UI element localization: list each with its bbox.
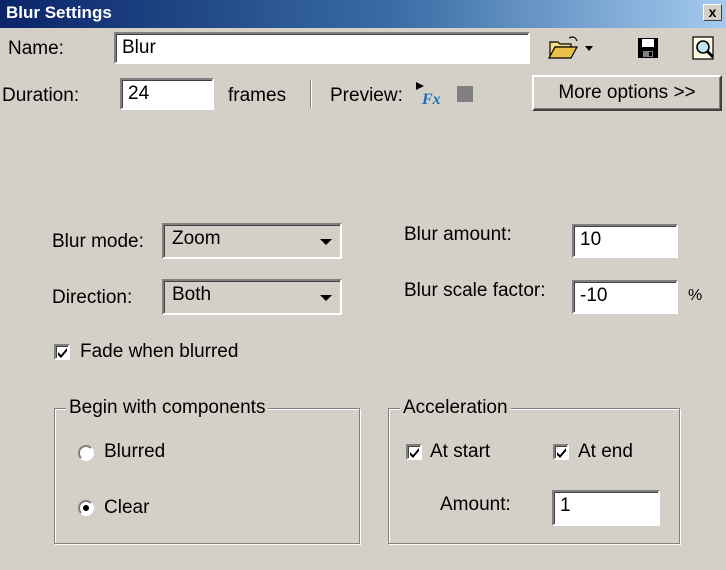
toolbar-separator bbox=[310, 80, 312, 108]
direction-value: Both bbox=[172, 284, 212, 305]
begin-with-components-group bbox=[54, 408, 360, 544]
blur-scale-label: Blur scale factor: bbox=[404, 280, 546, 301]
radio-clear[interactable] bbox=[78, 500, 94, 516]
name-input[interactable]: Blur bbox=[114, 32, 530, 64]
chevron-down-icon bbox=[320, 295, 332, 301]
at-start-label: At start bbox=[430, 441, 491, 462]
fade-checkbox[interactable] bbox=[54, 344, 70, 360]
more-options-button[interactable]: More options >> bbox=[532, 75, 722, 111]
acceleration-title: Acceleration bbox=[400, 397, 511, 419]
blur-mode-label: Blur mode: bbox=[52, 231, 144, 252]
close-button[interactable]: x bbox=[703, 4, 722, 21]
duration-input[interactable]: 24 bbox=[120, 78, 214, 110]
radio-blurred-label: Blurred bbox=[104, 441, 166, 462]
open-folder-icon[interactable] bbox=[547, 34, 597, 62]
window-title: Blur Settings bbox=[6, 3, 112, 22]
direction-label: Direction: bbox=[52, 287, 133, 308]
acceleration-amount-input[interactable]: 1 bbox=[552, 490, 660, 526]
at-end-label: At end bbox=[578, 441, 633, 462]
at-start-checkbox[interactable] bbox=[406, 444, 422, 460]
frames-label: frames bbox=[228, 85, 287, 106]
duration-label: Duration: bbox=[2, 85, 80, 106]
blur-scale-input[interactable]: -10 bbox=[572, 280, 678, 314]
begin-group-title: Begin with components bbox=[66, 397, 269, 419]
preview-label: Preview: bbox=[330, 85, 403, 106]
preview-fx-icon[interactable]: Fx bbox=[414, 80, 444, 108]
blur-mode-value: Zoom bbox=[172, 228, 221, 249]
blur-amount-input[interactable]: 10 bbox=[572, 224, 678, 258]
fade-label: Fade when blurred bbox=[80, 341, 239, 362]
svg-text:Fx: Fx bbox=[421, 91, 441, 108]
blur-amount-label: Blur amount: bbox=[404, 224, 512, 245]
name-label: Name: bbox=[8, 38, 64, 59]
floppy-disk-icon[interactable] bbox=[636, 36, 660, 60]
title-bar: Blur Settings x bbox=[0, 0, 726, 28]
magnify-page-icon[interactable] bbox=[690, 34, 718, 62]
blur-mode-select[interactable]: Zoom bbox=[162, 223, 342, 259]
chevron-down-icon bbox=[320, 239, 332, 245]
percent-label: % bbox=[688, 287, 703, 304]
radio-clear-label: Clear bbox=[104, 497, 150, 518]
amount-label: Amount: bbox=[440, 494, 511, 515]
stop-preview-icon[interactable] bbox=[457, 86, 473, 102]
radio-blurred[interactable] bbox=[78, 445, 94, 461]
at-end-checkbox[interactable] bbox=[553, 444, 569, 460]
direction-select[interactable]: Both bbox=[162, 279, 342, 315]
